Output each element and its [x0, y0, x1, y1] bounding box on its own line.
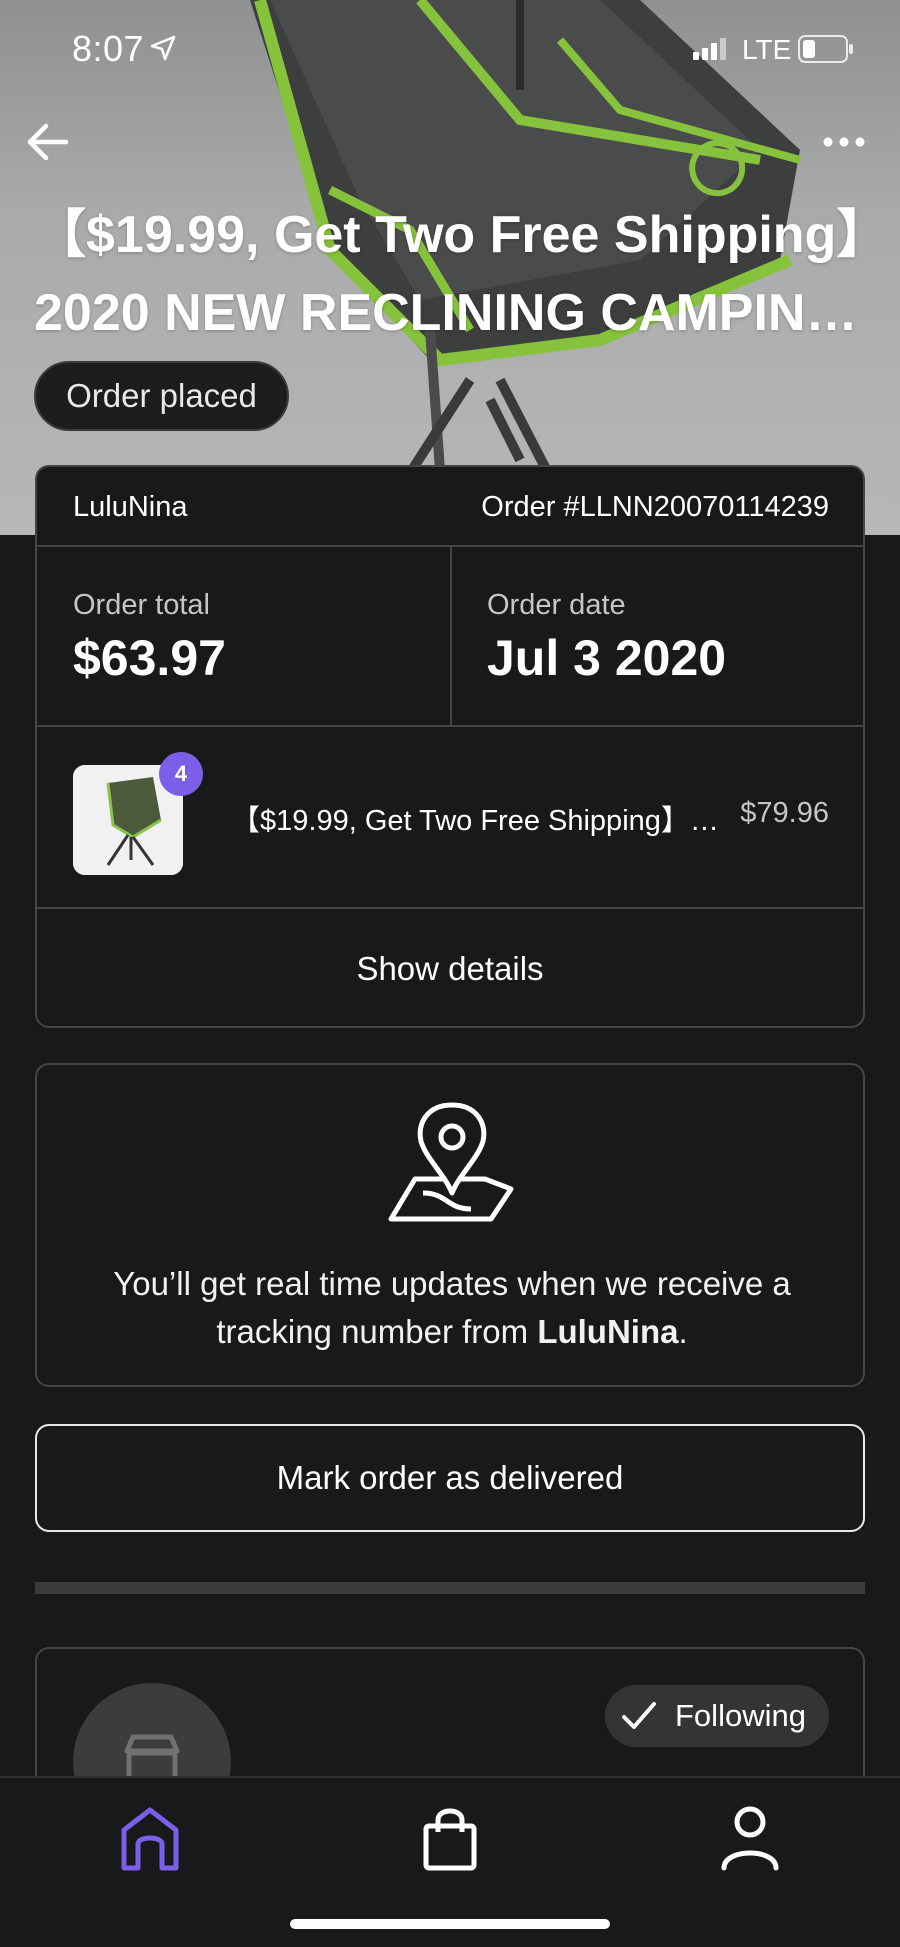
location-arrow-icon	[150, 35, 176, 61]
shopping-bag-icon[interactable]	[410, 1798, 490, 1878]
order-number: Order #LLNN20070114239	[481, 491, 829, 523]
show-details-button[interactable]: Show details	[37, 909, 863, 1028]
tracking-message-text: You’ll get real time updates when we rec…	[113, 1265, 791, 1350]
order-date-label: Order date	[487, 589, 626, 621]
map-pin-icon	[388, 1102, 514, 1222]
seller-name[interactable]: LuluNina	[73, 491, 187, 524]
item-name: 【$19.99, Get Two Free Shipping】2020 NEW …	[231, 805, 731, 837]
home-indicator	[290, 1919, 610, 1929]
following-button[interactable]: Following	[605, 1685, 829, 1747]
order-totals-row: Order total $63.97 Order date Jul 3 2020	[37, 547, 863, 727]
section-divider	[35, 1582, 865, 1594]
quantity-badge: 4	[159, 752, 203, 796]
battery-icon	[798, 35, 853, 63]
tracking-info-card: You’ll get real time updates when we rec…	[35, 1063, 865, 1387]
tracking-message: You’ll get real time updates when we rec…	[77, 1260, 827, 1356]
order-date-value: Jul 3 2020	[487, 630, 727, 686]
tracking-seller-name: LuluNina	[537, 1313, 679, 1350]
status-bar: 8:07 LTE	[0, 0, 900, 100]
status-time: 8:07	[72, 28, 145, 69]
item-price: $79.96	[740, 797, 829, 829]
order-total-label: Order total	[73, 589, 210, 621]
order-summary-card: LuluNina Order #LLNN20070114239 Order to…	[35, 465, 865, 1028]
mark-delivered-button[interactable]: Mark order as delivered	[35, 1424, 865, 1532]
product-title: 【$19.99, Get Two Free Shipping】2020 NEW …	[34, 206, 863, 342]
order-item-row[interactable]: 4 【$19.99, Get Two Free Shipping】2020 NE…	[37, 727, 863, 909]
network-type: LTE	[742, 34, 792, 65]
check-icon	[622, 1702, 656, 1729]
signal-icon	[693, 38, 726, 60]
tracking-message-suffix: .	[678, 1313, 688, 1350]
more-icon[interactable]	[820, 128, 868, 156]
order-total-value: $63.97	[73, 630, 226, 686]
order-status-badge: Order placed	[34, 361, 289, 431]
product-hero-image: 8:07 LTE 【$19.99, Get Two Free Shipping】…	[0, 0, 900, 535]
following-label: Following	[675, 1698, 806, 1733]
user-icon[interactable]	[710, 1798, 790, 1878]
order-header-row: LuluNina Order #LLNN20070114239	[37, 467, 863, 547]
back-arrow-icon[interactable]	[24, 118, 72, 166]
home-icon[interactable]	[110, 1798, 190, 1878]
column-divider	[450, 547, 452, 725]
